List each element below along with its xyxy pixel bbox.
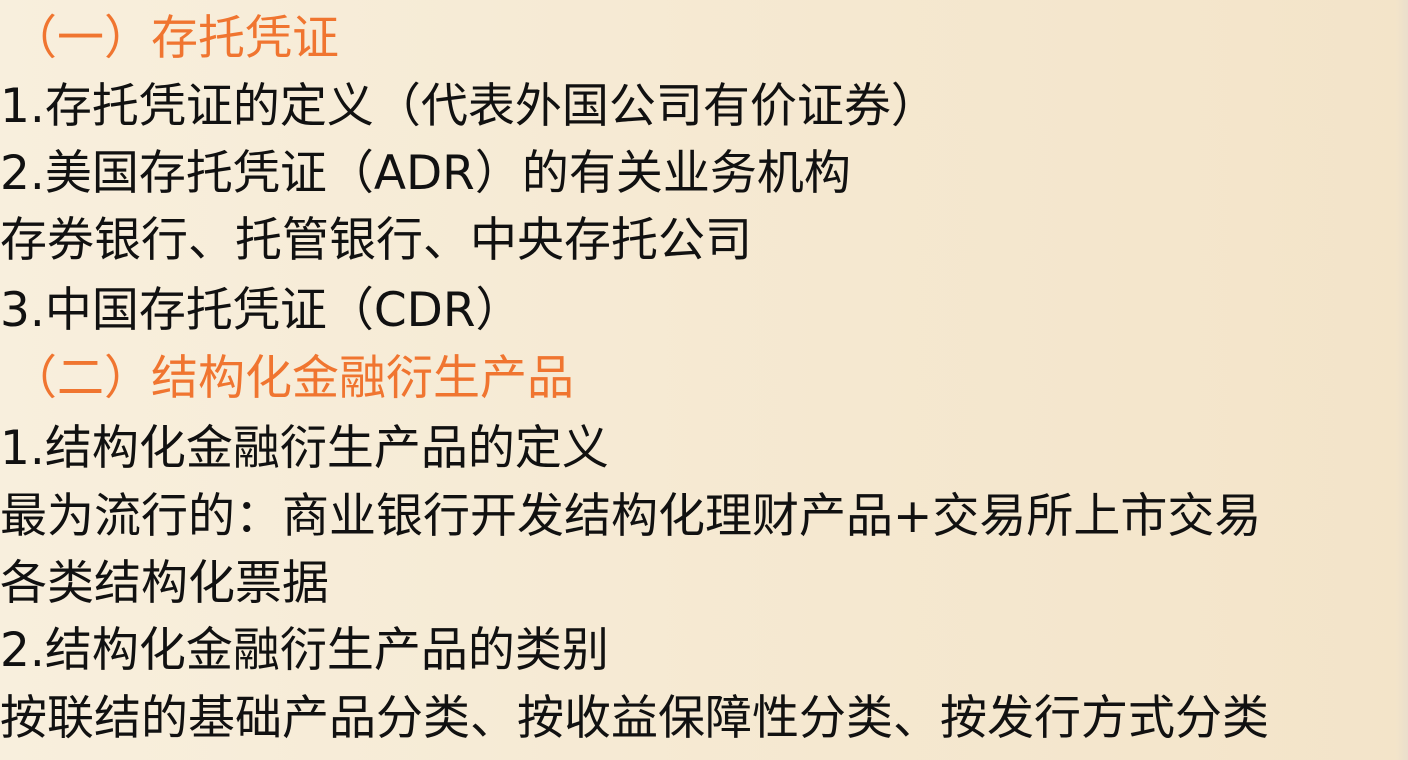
slide: （一）存托凭证 1.存托凭证的定义（代表外国公司有价证券） 2.美国存托凭证（A…: [0, 0, 1408, 760]
section-heading-2: （二）结构化金融衍生产品: [10, 351, 574, 406]
section-heading-1: （一）存托凭证: [10, 11, 339, 66]
text-line-4: 3.中国存托凭证（CDR）: [0, 283, 523, 338]
text-line-7: 各类结构化票据: [0, 556, 329, 611]
text-line-2: 2.美国存托凭证（ADR）的有关业务机构: [0, 146, 851, 201]
text-line-6: 最为流行的：商业银行开发结构化理财产品+交易所上市交易: [0, 489, 1262, 544]
text-line-3: 存券银行、托管银行、中央存托公司: [0, 213, 752, 268]
text-line-1: 1.存托凭证的定义（代表外国公司有价证券）: [0, 79, 938, 134]
text-line-9: 按联结的基础产品分类、按收益保障性分类、按发行方式分类: [0, 691, 1269, 746]
text-line-8: 2.结构化金融衍生产品的类别: [0, 623, 609, 678]
text-line-5: 1.结构化金融衍生产品的定义: [0, 421, 609, 476]
slide-edge-shadow: [1396, 0, 1408, 760]
